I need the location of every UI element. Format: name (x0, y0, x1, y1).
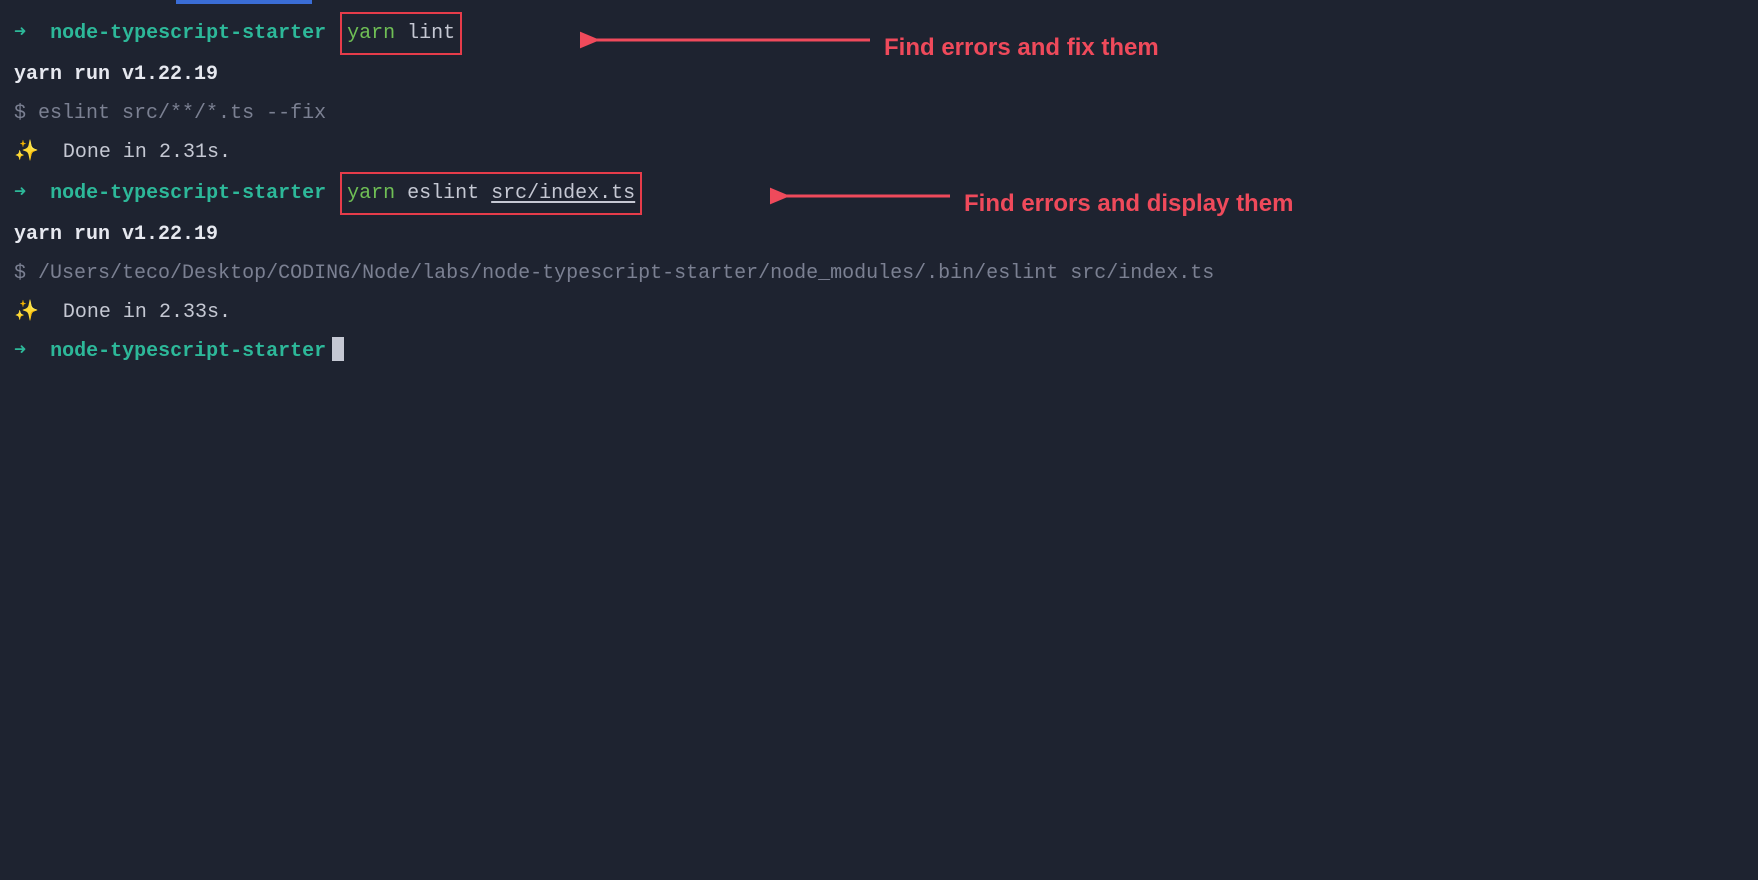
command-args: eslint (395, 182, 491, 205)
exec-command: /Users/teco/Desktop/CODING/Node/labs/nod… (38, 262, 1214, 285)
prompt-line-idle: ➜ node-typescript-starter (14, 332, 1744, 371)
annotation-label-1: Find errors and fix them (884, 25, 1159, 72)
annotation-label-2: Find errors and display them (964, 181, 1293, 228)
command-yarn: yarn (347, 22, 395, 45)
annotation-arrow-icon (580, 28, 880, 58)
done-text: Done in 2.31s. (51, 141, 231, 164)
dollar-sign: $ (14, 262, 26, 285)
prompt-arrow-icon: ➜ (14, 182, 26, 205)
prompt-directory: node-typescript-starter (50, 182, 326, 205)
exec-line: $ eslint src/**/*.ts --fix (14, 94, 1744, 133)
done-line: ✨ Done in 2.31s. (14, 133, 1744, 172)
command-yarn: yarn (347, 182, 395, 205)
active-tab-indicator (176, 0, 312, 4)
command-highlight-box: yarn lint (340, 12, 462, 55)
command-highlight-box: yarn eslint src/index.ts (340, 172, 642, 215)
cursor-icon (332, 337, 344, 361)
command-args: lint (395, 22, 455, 45)
yarn-version-line: yarn run v1.22.19 (14, 55, 1744, 94)
prompt-directory: node-typescript-starter (50, 340, 326, 363)
annotation-arrow-icon (770, 184, 960, 214)
done-text: Done in 2.33s. (51, 301, 231, 324)
prompt-directory: node-typescript-starter (50, 22, 326, 45)
prompt-arrow-icon: ➜ (14, 22, 26, 45)
sparkle-icon: ✨ (14, 301, 39, 324)
yarn-version-line: yarn run v1.22.19 (14, 215, 1744, 254)
exec-command: eslint src/**/*.ts --fix (38, 102, 326, 125)
prompt-arrow-icon: ➜ (14, 340, 26, 363)
exec-line: $ /Users/teco/Desktop/CODING/Node/labs/n… (14, 254, 1744, 293)
dollar-sign: $ (14, 102, 26, 125)
done-line: ✨ Done in 2.33s. (14, 293, 1744, 332)
command-path-arg: src/index.ts (491, 182, 635, 205)
sparkle-icon: ✨ (14, 141, 39, 164)
